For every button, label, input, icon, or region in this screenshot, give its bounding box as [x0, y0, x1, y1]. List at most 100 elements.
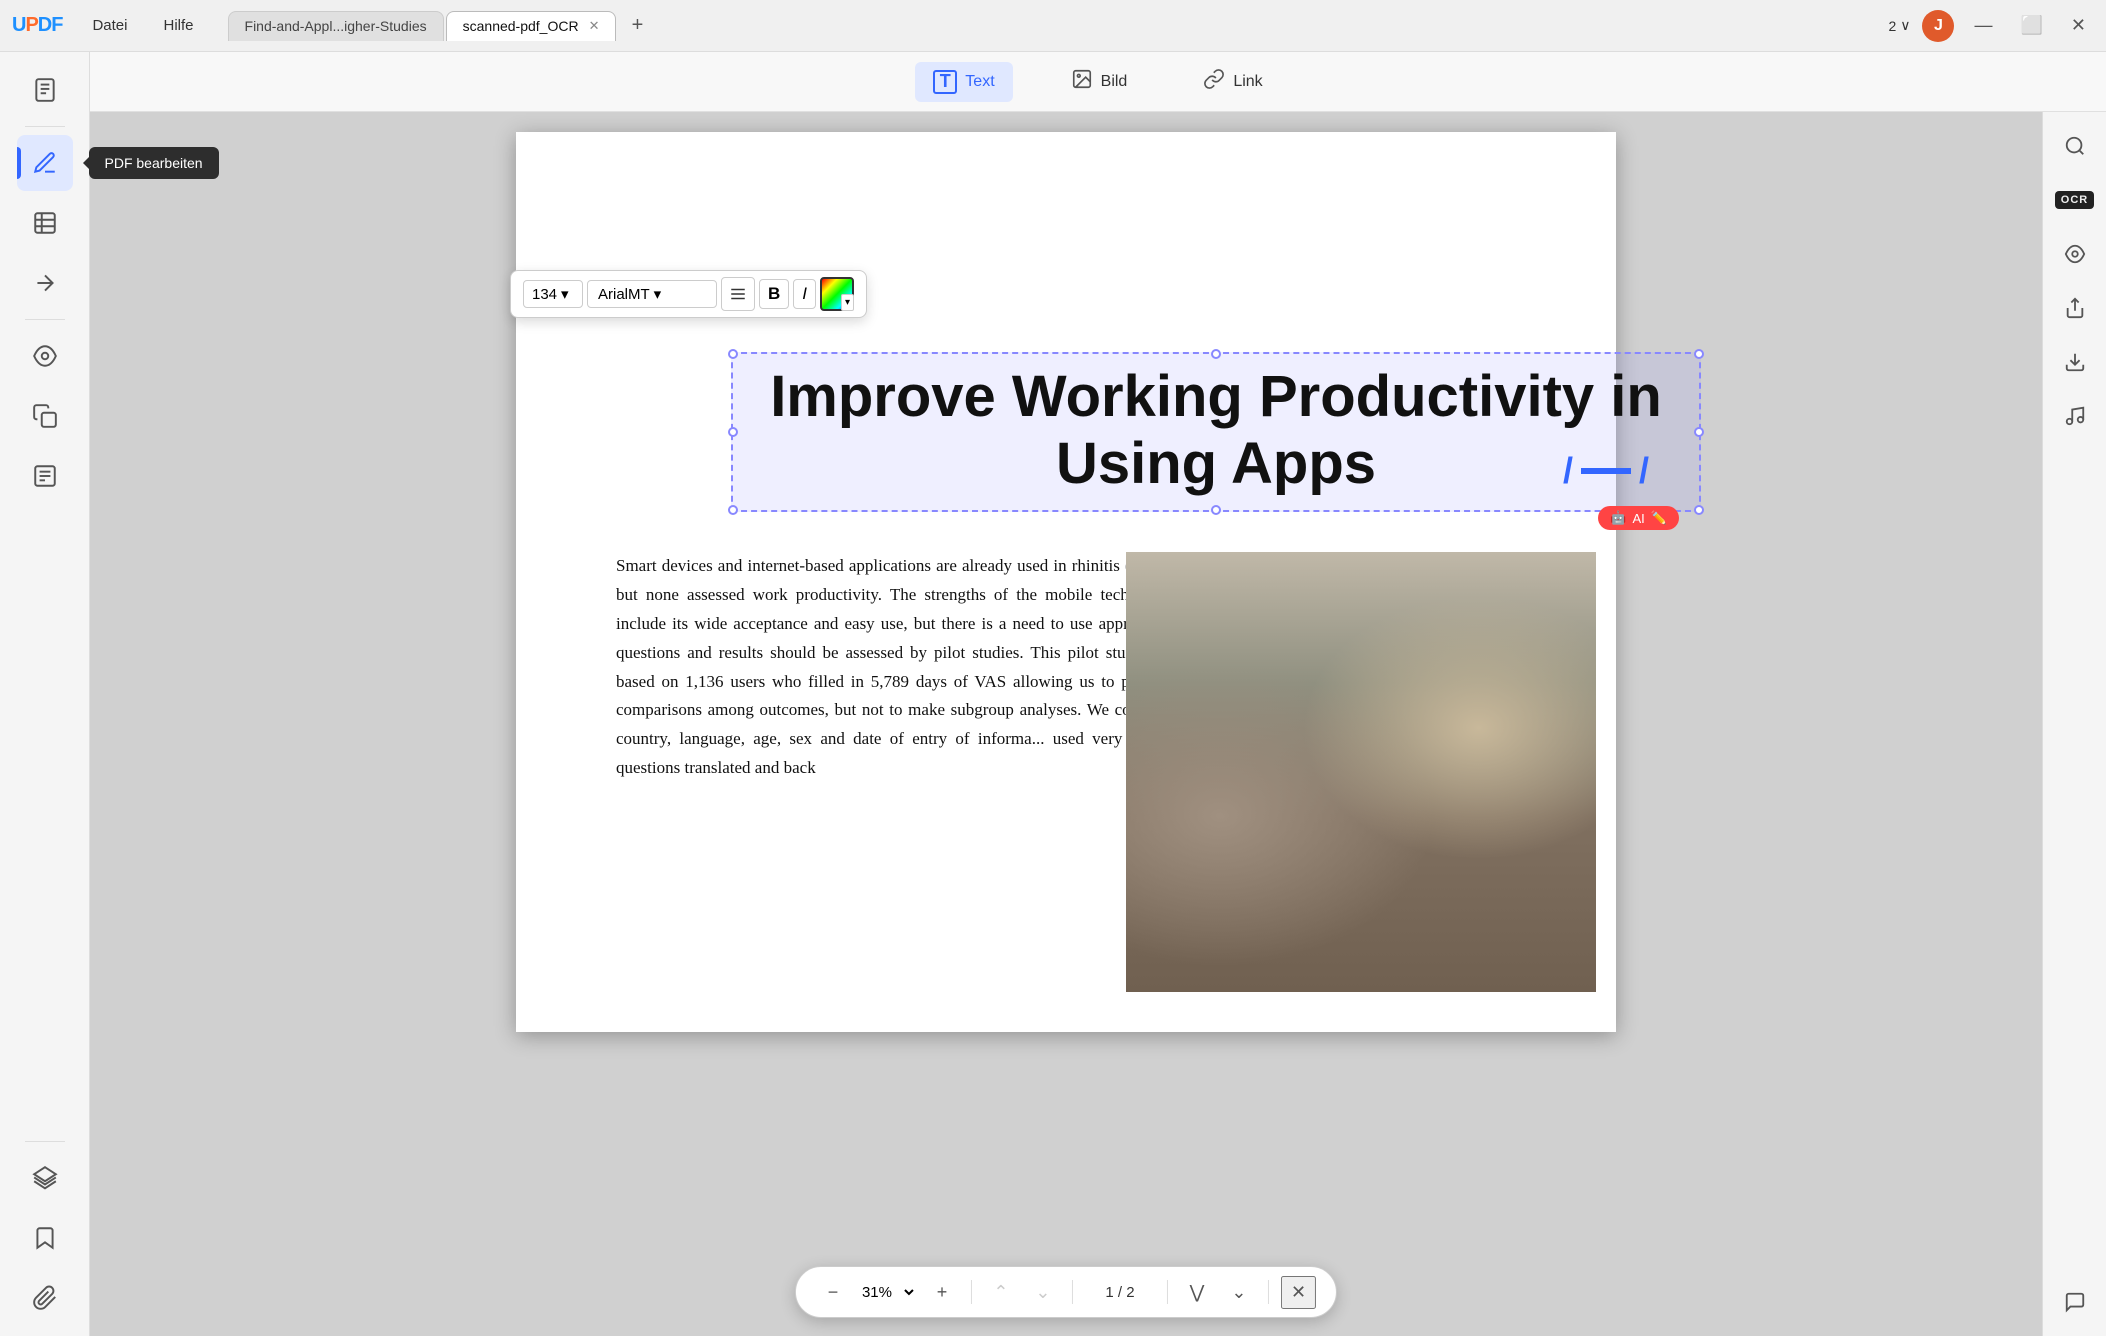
tab-label: scanned-pdf_OCR — [463, 18, 579, 34]
font-name-value: ArialMT — [598, 286, 650, 303]
edit-toolbar: T Text Bild Link — [90, 52, 2106, 112]
link-icon — [1203, 68, 1225, 95]
tab-find-and-appl[interactable]: Find-and-Appl...igher-Studies — [228, 11, 444, 41]
tab-scanned-pdf[interactable]: scanned-pdf_OCR ✕ — [446, 11, 617, 41]
text-tool-button[interactable]: T Text — [915, 62, 1012, 102]
pdf-body-text: Smart devices and internet-based applica… — [616, 552, 1176, 783]
nav-close-button[interactable]: ✕ — [1281, 1276, 1316, 1309]
resize-handle-br[interactable] — [1694, 505, 1704, 515]
scroll-up-button[interactable]: ⌃ — [984, 1275, 1018, 1309]
tab-bar: Find-and-Appl...igher-Studies scanned-pd… — [228, 11, 1881, 41]
search-right-icon[interactable] — [2051, 122, 2099, 170]
chat-right-icon-container — [2051, 1278, 2099, 1326]
resize-handle-ml[interactable] — [728, 427, 738, 437]
sidebar-item-stamp[interactable] — [17, 448, 73, 504]
bold-button[interactable]: B — [759, 279, 789, 309]
content-area: T Text Bild Link — [90, 52, 2106, 1336]
share-right-icon[interactable] — [2051, 284, 2099, 332]
nav-divider — [971, 1280, 972, 1304]
font-size-selector[interactable]: 134 ▾ — [523, 280, 583, 308]
image-icon — [1071, 68, 1093, 95]
page-display: 1 / 2 — [1085, 1284, 1155, 1301]
image-label: Bild — [1101, 73, 1128, 91]
ai-label: AI — [1633, 511, 1645, 526]
nav-divider4 — [1268, 1280, 1269, 1304]
resize-handle-tl[interactable] — [728, 349, 738, 359]
zoom-level-display: 31% 50% 75% 100% — [858, 1283, 917, 1302]
ai-icon: 🤖 — [1610, 510, 1626, 526]
pdf-page: Improve Working Productivity in Using Ap… — [516, 132, 1616, 1032]
nav-divider2 — [1072, 1280, 1073, 1304]
title-right: 2 ∨ J — ⬜ ✕ — [1888, 10, 2094, 42]
resize-handle-tm[interactable] — [1211, 349, 1221, 359]
font-name-selector[interactable]: ArialMT ▾ — [587, 280, 717, 308]
sidebar-divider — [25, 126, 65, 127]
sidebar-item-convert[interactable] — [17, 255, 73, 311]
zoom-select[interactable]: 31% 50% 75% 100% — [858, 1283, 917, 1302]
resize-handle-tr[interactable] — [1694, 349, 1704, 359]
sidebar-item-pages[interactable] — [17, 62, 73, 118]
sidebar-item-recognize[interactable] — [17, 328, 73, 384]
right-toolbar: OCR — [2042, 112, 2106, 1336]
sidebar-item-bookmarks[interactable] — [17, 1210, 73, 1266]
font-dropdown-icon: ▾ — [654, 285, 662, 303]
page-indicator: 2 ∨ — [1888, 17, 1910, 34]
menu-datei[interactable]: Datei — [78, 13, 141, 38]
menu-hilfe[interactable]: Hilfe — [150, 13, 208, 38]
next-page-button[interactable]: ⌄ — [1222, 1275, 1256, 1309]
export-right-icon[interactable] — [2051, 338, 2099, 386]
ocr-badge-label: OCR — [2055, 191, 2094, 209]
pdf-photo — [1126, 552, 1596, 992]
zoom-out-button[interactable]: − — [816, 1275, 850, 1309]
sidebar-item-copy[interactable] — [17, 388, 73, 444]
sidebar-divider3 — [25, 1141, 65, 1142]
text-label: Text — [965, 73, 994, 91]
image-tool-button[interactable]: Bild — [1053, 60, 1146, 103]
tab-label: Find-and-Appl...igher-Studies — [245, 18, 427, 34]
chat-right-icon[interactable] — [2051, 1278, 2099, 1326]
nav-divider3 — [1167, 1280, 1168, 1304]
close-button[interactable]: ✕ — [2063, 13, 2094, 38]
sidebar-divider2 — [25, 319, 65, 320]
text-icon: T — [933, 70, 957, 94]
text-selection-box[interactable]: Improve Working Productivity in Using Ap… — [731, 352, 1701, 512]
photo-placeholder — [1126, 552, 1596, 992]
resize-handle-bl[interactable] — [728, 505, 738, 515]
font-size-value: 134 — [532, 286, 557, 303]
pdf-heading[interactable]: Improve Working Productivity in Using Ap… — [753, 364, 1679, 497]
user-avatar[interactable]: J — [1922, 10, 1954, 42]
titlebar: UPDF Datei Hilfe Find-and-Appl...igher-S… — [0, 0, 2106, 52]
sidebar-item-edit[interactable]: PDF bearbeiten — [17, 135, 73, 191]
align-button[interactable] — [721, 277, 755, 311]
recognize-right-icon[interactable] — [2051, 230, 2099, 278]
sidebar-item-layers[interactable] — [17, 1150, 73, 1206]
prev-page-button[interactable]: ⋁ — [1180, 1275, 1214, 1309]
ocr-right-button[interactable]: OCR — [2051, 176, 2099, 224]
link-label: Link — [1233, 73, 1262, 91]
color-dropdown-icon[interactable]: ▾ — [841, 294, 854, 311]
link-tool-button[interactable]: Link — [1185, 60, 1280, 103]
resize-handle-mr[interactable] — [1694, 427, 1704, 437]
tab-close-icon[interactable]: ✕ — [589, 18, 600, 34]
color-picker-button[interactable]: ▾ — [820, 277, 854, 311]
sidebar-item-attachments[interactable] — [17, 1270, 73, 1326]
tab-add-button[interactable]: + — [622, 11, 652, 41]
bottom-navigation: − 31% 50% 75% 100% + ⌃ ⌄ — [795, 1266, 1337, 1318]
sidebar-bottom — [17, 1137, 73, 1326]
pdf-area: 134 ▾ ArialMT ▾ B I ▾ — [90, 112, 2042, 1336]
zoom-in-button[interactable]: + — [925, 1275, 959, 1309]
scroll-down-button[interactable]: ⌄ — [1026, 1275, 1060, 1309]
format-toolbar: 134 ▾ ArialMT ▾ B I ▾ — [510, 270, 867, 318]
audio-right-icon[interactable] — [2051, 392, 2099, 440]
left-sidebar: PDF bearbeiten — [0, 52, 90, 1336]
sidebar-item-table[interactable] — [17, 195, 73, 251]
font-size-dropdown-icon: ▾ — [561, 285, 569, 303]
maximize-button[interactable]: ⬜ — [2012, 13, 2050, 38]
resize-handle-bm[interactable] — [1211, 505, 1221, 515]
minimize-button[interactable]: — — [1966, 13, 2000, 38]
ai-badge[interactable]: 🤖 AI ✏️ — [1598, 506, 1679, 530]
italic-button[interactable]: I — [793, 279, 816, 309]
ai-edit-icon: ✏️ — [1651, 510, 1667, 526]
main-layout: PDF bearbeiten — [0, 52, 2106, 1336]
app-logo: UPDF — [12, 14, 62, 37]
